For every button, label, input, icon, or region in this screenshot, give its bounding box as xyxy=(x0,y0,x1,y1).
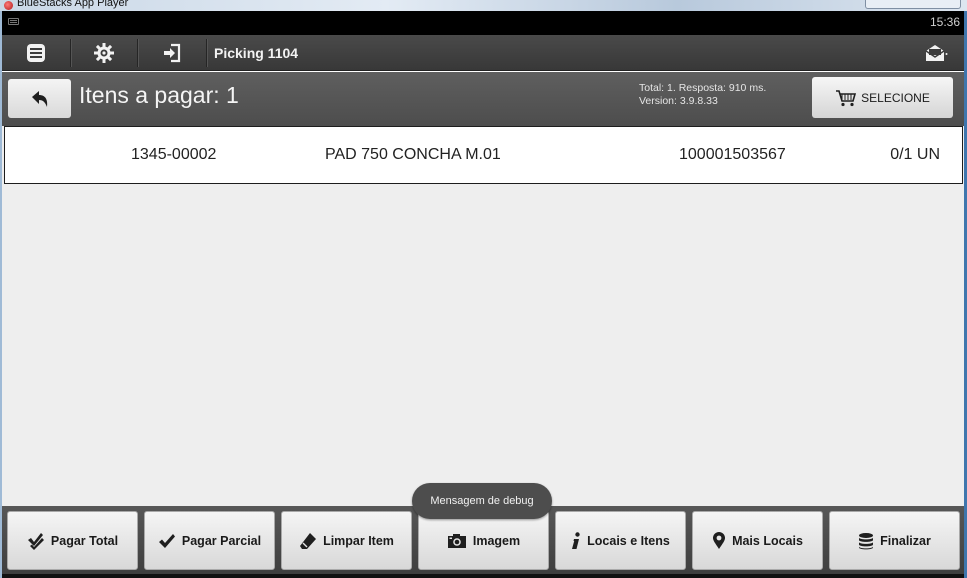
finish-button[interactable]: Finalizar xyxy=(829,511,960,570)
menu-button[interactable] xyxy=(2,35,70,71)
info-icon xyxy=(572,531,580,549)
status-bar: 15:36 xyxy=(2,11,964,35)
window-controls[interactable] xyxy=(865,0,961,9)
image-label: Imagem xyxy=(472,533,521,548)
image-button[interactable]: Imagem xyxy=(418,511,549,570)
version-text: Version: 3.9.8.33 xyxy=(639,95,718,107)
bluestacks-logo xyxy=(4,1,13,10)
locations-items-button[interactable]: Locais e Itens xyxy=(555,511,686,570)
list-item[interactable]: 1345-00002 PAD 750 CONCHA M.01 100001503… xyxy=(4,126,963,184)
mail-icon xyxy=(925,45,948,61)
locations-items-label: Locais e Itens xyxy=(587,533,670,548)
total-response-text: Total: 1. Resposta: 910 ms. xyxy=(639,82,767,94)
clear-item-label: Limpar Item xyxy=(323,533,394,548)
response-info: Total: 1. Resposta: 910 ms. Version: 3.9… xyxy=(639,82,766,108)
page-title: Picking 1104 xyxy=(214,45,299,61)
action-bar-divider xyxy=(206,39,207,67)
pay-partial-button[interactable]: Pagar Parcial xyxy=(144,511,275,570)
pay-partial-label: Pagar Parcial xyxy=(181,533,262,548)
select-button-label: SELECIONE xyxy=(861,90,930,105)
debug-toast: Mensagem de debug xyxy=(412,483,552,519)
pay-total-button[interactable]: Pagar Total xyxy=(7,511,138,570)
keyboard-icon xyxy=(8,18,19,25)
navigation-strip xyxy=(2,574,964,578)
back-button[interactable] xyxy=(8,79,71,118)
more-locations-label: Mais Locais xyxy=(732,533,803,548)
status-time: 15:36 xyxy=(929,15,960,29)
database-icon xyxy=(859,532,874,549)
more-locations-button[interactable]: Mais Locais xyxy=(692,511,823,570)
pay-total-label: Pagar Total xyxy=(50,533,119,548)
host-titlebar: BlueStacks App Player xyxy=(0,0,967,11)
sign-in-icon xyxy=(164,43,181,63)
undo-icon xyxy=(31,90,47,107)
item-description: PAD 750 CONCHA M.01 xyxy=(325,146,501,163)
item-quantity: 0/1 UN xyxy=(890,146,940,163)
host-window-title: BlueStacks App Player xyxy=(17,0,129,9)
cart-icon xyxy=(836,89,857,106)
list-icon xyxy=(27,44,45,62)
clear-item-button[interactable]: Limpar Item xyxy=(281,511,412,570)
logout-button[interactable] xyxy=(138,35,206,71)
item-code: 1345-00002 xyxy=(131,146,217,163)
double-check-icon xyxy=(27,532,44,550)
check-icon xyxy=(158,533,175,548)
gear-icon xyxy=(94,43,114,63)
select-button[interactable]: SELECIONE xyxy=(812,77,953,118)
settings-button[interactable] xyxy=(71,35,137,71)
item-barcode: 100001503567 xyxy=(679,146,786,163)
map-marker-icon xyxy=(713,531,726,549)
items-list: 1345-00002 PAD 750 CONCHA M.01 100001503… xyxy=(2,126,964,506)
finish-label: Finalizar xyxy=(880,533,931,548)
eraser-icon xyxy=(300,532,317,549)
sub-header: Itens a pagar: 1 Total: 1. Resposta: 910… xyxy=(2,72,964,126)
messages-button[interactable] xyxy=(916,35,956,71)
action-bar: Picking 1104 xyxy=(2,35,964,71)
camera-icon xyxy=(447,533,466,548)
items-heading: Itens a pagar: 1 xyxy=(79,82,239,108)
